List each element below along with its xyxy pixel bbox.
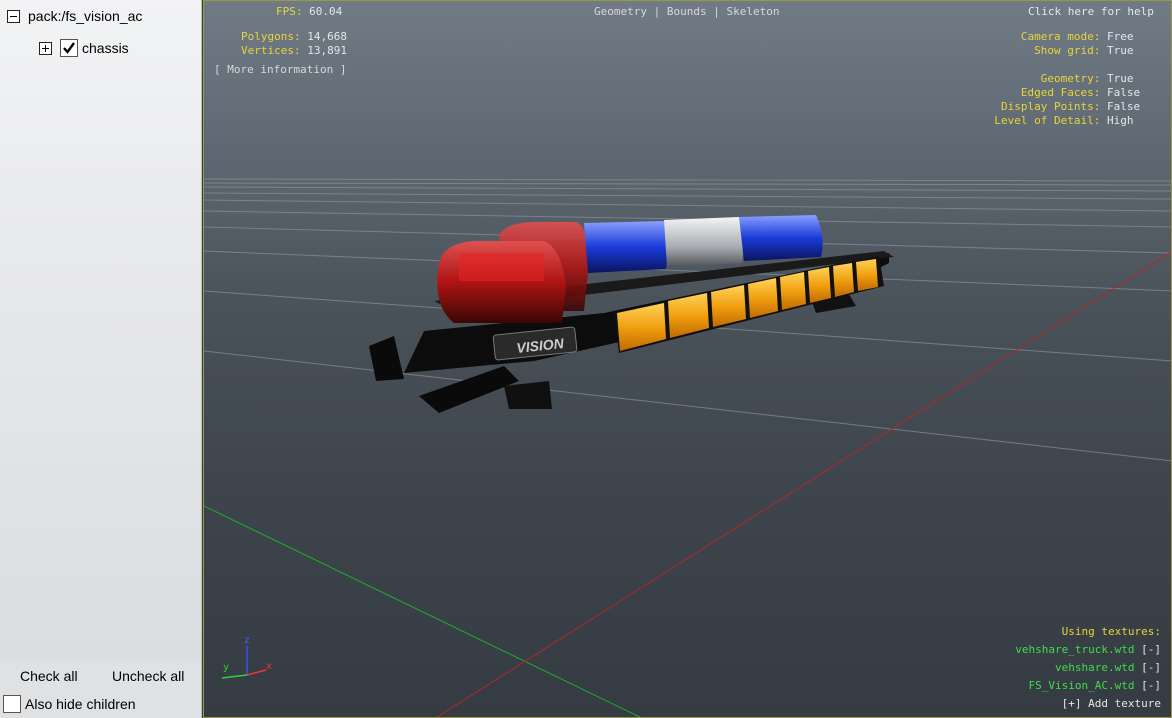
texture-name: vehshare.wtd — [1055, 661, 1135, 674]
checkmark-icon — [63, 42, 75, 54]
polygons-value: 14,668 — [307, 30, 347, 43]
camera-mode-label: Camera mode: — [1020, 30, 1101, 43]
texture-row: vehshare_truck.wtd [-] — [1015, 643, 1161, 656]
display-points-setting[interactable]: Display Points: False — [1001, 100, 1149, 113]
fps-readout: FPS: 60.04 — [276, 5, 342, 18]
lod-value[interactable]: High — [1107, 114, 1149, 127]
texture-name: FS_Vision_AC.wtd — [1028, 679, 1135, 692]
axis-z-label: z — [244, 635, 250, 646]
tree-node-root[interactable]: pack:/fs_vision_ac — [7, 8, 142, 24]
fps-label: FPS: — [276, 5, 303, 18]
tree-node-chassis-label[interactable]: chassis — [82, 40, 129, 56]
edged-faces-label: Edged Faces: — [1020, 86, 1101, 99]
remove-texture-button[interactable]: [-] — [1141, 679, 1161, 692]
fps-value: 60.04 — [309, 5, 343, 18]
grid-axis-green — [204, 505, 642, 717]
model-viewport[interactable]: VISION z x y FPS: 60.04 Polygons: 14,668… — [203, 0, 1172, 718]
axis-x-label: x — [266, 661, 272, 672]
tree-panel: pack:/fs_vision_ac chassis Check all Unc… — [0, 0, 202, 718]
show-grid-value[interactable]: True — [1107, 44, 1149, 57]
edged-faces-setting[interactable]: Edged Faces: False — [1021, 86, 1149, 99]
hide-children-checkbox[interactable] — [3, 695, 21, 713]
vertices-value: 13,891 — [307, 44, 347, 57]
show-grid-setting[interactable]: Show grid: True — [1034, 44, 1149, 57]
edged-faces-value[interactable]: False — [1107, 86, 1149, 99]
render-mode-tabs: Geometry | Bounds | Skeleton — [594, 5, 779, 18]
tab-skeleton[interactable]: Skeleton — [726, 5, 779, 18]
geometry-setting[interactable]: Geometry: True — [1041, 72, 1149, 85]
vertices-readout: Vertices: 13,891 — [241, 44, 347, 57]
vertices-label: Vertices: — [241, 44, 301, 57]
polygons-readout: Polygons: 14,668 — [241, 30, 347, 43]
texture-row: vehshare.wtd [-] — [1055, 661, 1161, 674]
hide-children-label: Also hide children — [25, 696, 136, 712]
hide-children-option[interactable]: Also hide children — [3, 695, 136, 713]
tab-separator: | — [653, 5, 661, 18]
tree-node-chassis[interactable]: chassis — [39, 39, 129, 57]
tab-bounds[interactable]: Bounds — [667, 5, 707, 18]
more-information-link[interactable]: [ More information ] — [214, 63, 346, 76]
geometry-label: Geometry: — [1040, 72, 1101, 85]
display-points-value[interactable]: False — [1107, 100, 1149, 113]
remove-texture-button[interactable]: [-] — [1141, 643, 1161, 656]
geometry-value[interactable]: True — [1107, 72, 1149, 85]
lod-label: Level of Detail: — [994, 114, 1101, 127]
display-points-label: Display Points: — [1001, 100, 1101, 113]
polygons-label: Polygons: — [241, 30, 301, 43]
lod-setting[interactable]: Level of Detail: High — [994, 114, 1149, 127]
camera-mode-value[interactable]: Free — [1107, 30, 1149, 43]
collapse-icon[interactable] — [7, 9, 20, 23]
tree-node-root-label[interactable]: pack:/fs_vision_ac — [28, 8, 142, 24]
axis-y-label: y — [223, 662, 229, 673]
using-textures-label: Using textures: — [1061, 625, 1161, 638]
add-texture-button[interactable]: [+] Add texture — [1062, 697, 1161, 710]
texture-name: vehshare_truck.wtd — [1015, 643, 1135, 656]
tab-geometry[interactable]: Geometry — [594, 5, 647, 18]
tab-separator: | — [713, 5, 720, 18]
camera-mode-setting[interactable]: Camera mode: Free — [1021, 30, 1149, 43]
remove-texture-button[interactable]: [-] — [1141, 661, 1161, 674]
lightbar-model: VISION — [369, 215, 894, 413]
axis-gizmo: z x y — [221, 635, 272, 679]
check-all-button[interactable]: Check all — [20, 664, 78, 688]
show-grid-label: Show grid: — [1034, 44, 1101, 57]
help-link[interactable]: Click here for help — [1028, 5, 1154, 18]
uncheck-all-button[interactable]: Uncheck all — [112, 664, 184, 688]
texture-row: FS_Vision_AC.wtd [-] — [1029, 679, 1161, 692]
chassis-checkbox[interactable] — [60, 39, 78, 57]
expand-icon[interactable] — [39, 41, 52, 55]
